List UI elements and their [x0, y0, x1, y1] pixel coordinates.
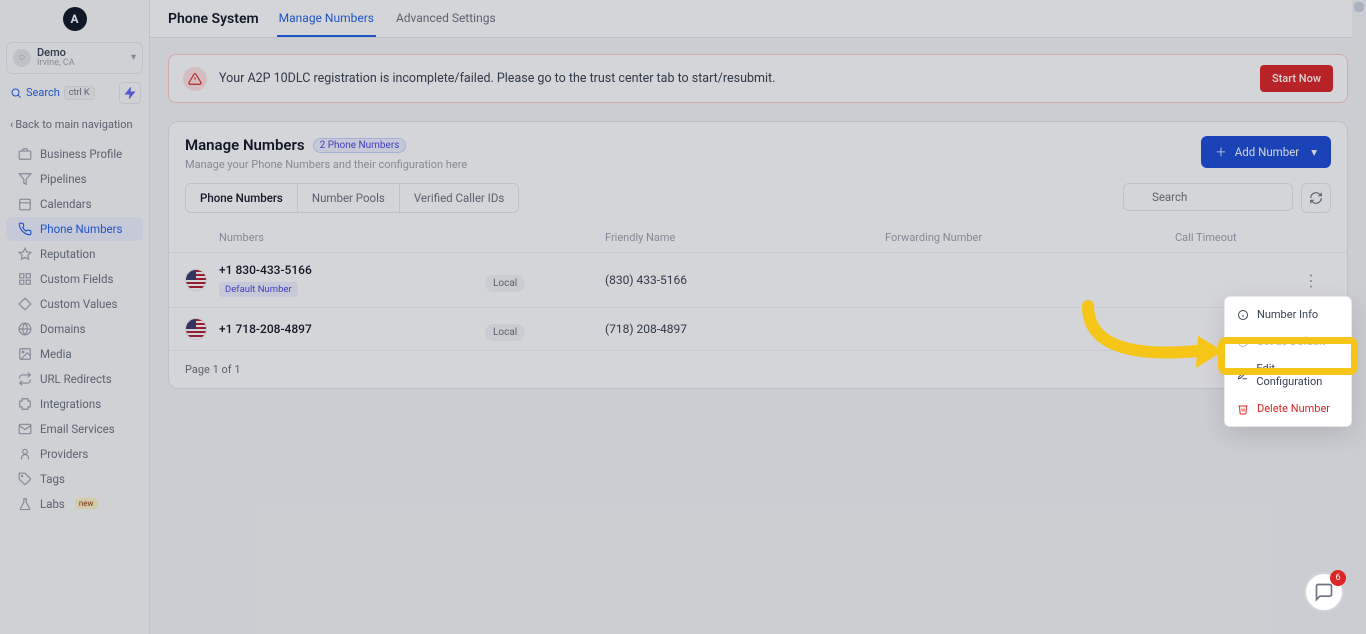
tab-advanced-settings[interactable]: Advanced Settings: [394, 1, 498, 37]
plus-icon: ＋: [1215, 144, 1227, 160]
us-flag-icon: [185, 269, 207, 291]
us-flag-icon: [185, 318, 207, 340]
panel-subtitle: Manage your Phone Numbers and their conf…: [185, 158, 467, 171]
number-view-tabs: Phone NumbersNumber PoolsVerified Caller…: [185, 183, 519, 213]
logo-wrap: A: [0, 0, 149, 38]
chevron-down-icon: ▾: [1311, 145, 1317, 159]
phone-number: +1 830-433-5166: [219, 263, 312, 277]
account-location: Irvine, CA: [37, 59, 125, 69]
mail-icon: [18, 422, 32, 436]
alert-message: Your A2P 10DLC registration is incomplet…: [219, 71, 1248, 86]
sidebar-item-url-redirects[interactable]: URL Redirects: [6, 367, 143, 391]
pagination: Page 1 of 1: [169, 350, 1347, 388]
sidebar-item-domains[interactable]: Domains: [6, 317, 143, 341]
global-search-button[interactable]: Search ctrl K: [8, 83, 113, 103]
row-actions-button[interactable]: ⋮: [1291, 271, 1331, 290]
table-row: +1 830-433-5166 Default Number Local (830) …: [169, 252, 1347, 307]
sidebar-item-providers[interactable]: Providers: [6, 442, 143, 466]
puzzle-icon: [18, 397, 32, 411]
quick-actions-button[interactable]: [119, 82, 141, 104]
dropdown-delete-number[interactable]: Delete Number: [1225, 395, 1351, 422]
star-icon: [18, 247, 32, 261]
phone-icon: [18, 222, 32, 236]
tag-icon: [18, 472, 32, 486]
col-friendly: Friendly Name: [605, 231, 885, 244]
a2p-alert: Your A2P 10DLC registration is incomplet…: [168, 54, 1348, 103]
arrows-icon: [18, 372, 32, 386]
table-search-input[interactable]: [1123, 183, 1293, 211]
segment-number-pools[interactable]: Number Pools: [298, 184, 400, 212]
main: Phone System Manage Numbers Advanced Sett…: [150, 0, 1366, 634]
sidebar-item-integrations[interactable]: Integrations: [6, 392, 143, 416]
app-logo: A: [63, 7, 87, 31]
sidebar-item-labs[interactable]: Labsnew: [6, 492, 143, 516]
table-row: +1 718-208-4897Local(718) 208-4897⋮: [169, 307, 1347, 350]
dropdown-edit-configuration[interactable]: Edit Configuration: [1225, 355, 1351, 395]
segment-verified-caller-ids[interactable]: Verified Caller IDs: [400, 184, 518, 212]
diamond-icon: [18, 297, 32, 311]
grid-icon: [18, 272, 32, 286]
sidebar-item-calendars[interactable]: Calendars: [6, 192, 143, 216]
table-header: Numbers Friendly Name Forwarding Number …: [169, 223, 1347, 252]
col-forwarding: Forwarding Number: [885, 231, 1175, 244]
sidebar-item-phone-numbers[interactable]: Phone Numbers: [6, 217, 143, 241]
col-numbers: Numbers: [185, 231, 485, 244]
friendly-name: (718) 208-4897: [605, 322, 885, 336]
image-icon: [18, 347, 32, 361]
page-scrollbar[interactable]: [1352, 0, 1366, 634]
page-title: Phone System: [168, 11, 259, 27]
sidebar-item-media[interactable]: Media: [6, 342, 143, 366]
numbers-count-badge: 2 Phone Numbers: [313, 138, 407, 153]
sidebar-item-pipelines[interactable]: Pipelines: [6, 167, 143, 191]
funnel-icon: [18, 172, 32, 186]
add-number-button[interactable]: ＋ Add Number ▾: [1201, 136, 1331, 168]
page-header: Phone System Manage Numbers Advanced Sett…: [150, 0, 1366, 38]
default-number-badge: Default Number: [219, 282, 298, 297]
panel-title: Manage Numbers: [185, 136, 305, 154]
segment-phone-numbers[interactable]: Phone Numbers: [186, 184, 298, 212]
chevron-down-icon: ▾: [131, 52, 136, 63]
flask-icon: [18, 497, 32, 511]
sidebar-item-reputation[interactable]: Reputation: [6, 242, 143, 266]
numbers-panel: Manage Numbers 2 Phone Numbers Manage yo…: [168, 121, 1348, 389]
globe-icon: [18, 322, 32, 336]
alert-start-now-button[interactable]: Start Now: [1260, 65, 1333, 92]
sidebar-item-tags[interactable]: Tags: [6, 467, 143, 491]
settings-nav: Business ProfilePipelinesCalendarsPhone …: [0, 141, 149, 634]
tab-manage-numbers[interactable]: Manage Numbers: [277, 1, 376, 37]
user-icon: [18, 447, 32, 461]
search-shortcut: ctrl K: [64, 86, 95, 100]
sidebar-item-custom-fields[interactable]: Custom Fields: [6, 267, 143, 291]
alert-icon: [183, 67, 207, 91]
chat-badge: 6: [1330, 570, 1346, 586]
chevron-left-icon: ‹: [10, 118, 13, 131]
account-avatar-icon: ◌: [13, 49, 31, 67]
back-to-main-nav[interactable]: ‹ Back to main navigation: [0, 112, 149, 141]
sidebar: A ◌ Demo Irvine, CA ▾ Search ctrl K ‹ Ba…: [0, 0, 150, 634]
refresh-button[interactable]: [1301, 183, 1331, 213]
friendly-name: (830) 433-5166: [605, 273, 885, 287]
sidebar-item-custom-values[interactable]: Custom Values: [6, 292, 143, 316]
dropdown-set-default[interactable]: Set as Default: [1225, 328, 1351, 355]
sidebar-item-business-profile[interactable]: Business Profile: [6, 142, 143, 166]
account-switcher[interactable]: ◌ Demo Irvine, CA ▾: [6, 42, 143, 74]
table-search-wrap: [1123, 183, 1293, 213]
dropdown-number-info[interactable]: Number Info: [1225, 301, 1351, 328]
search-label: Search: [26, 86, 60, 99]
chat-widget-button[interactable]: 6: [1304, 572, 1344, 612]
sidebar-item-email-services[interactable]: Email Services: [6, 417, 143, 441]
number-type-pill: Local: [485, 275, 525, 292]
col-timeout: Call Timeout: [1175, 231, 1291, 244]
row-actions-dropdown: Number Info Set as Default Edit Configur…: [1224, 296, 1352, 427]
phone-number: +1 718-208-4897: [219, 322, 312, 336]
new-badge: new: [75, 498, 98, 509]
number-type-pill: Local: [485, 324, 525, 341]
calendar-icon: [18, 197, 32, 211]
briefcase-icon: [18, 147, 32, 161]
